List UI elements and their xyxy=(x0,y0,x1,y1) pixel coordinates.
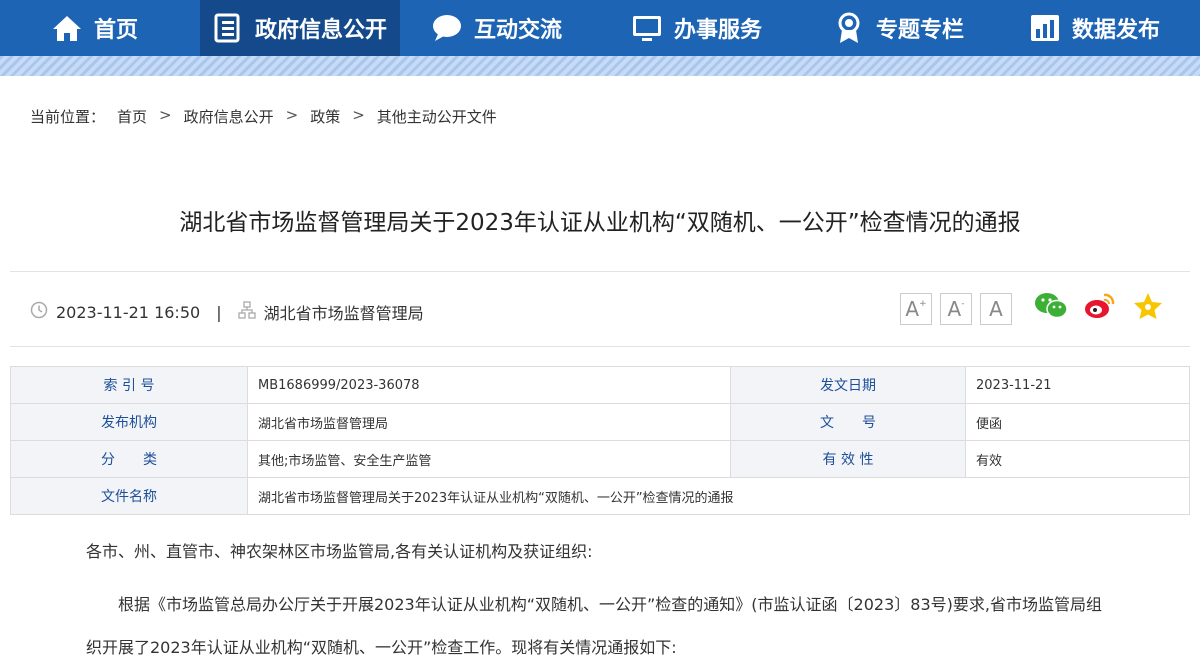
breadcrumb-item-home[interactable]: 首页 xyxy=(117,106,147,127)
table-row: 文件名称 湖北省市场监督管理局关于2023年认证从业机构“双随机、一公开”检查情… xyxy=(10,477,1190,515)
meta-separator: | xyxy=(216,302,222,322)
font-reset-button[interactable]: A xyxy=(980,293,1012,325)
salutation: 各市、州、直管市、神农架林区市场监管局,各有关认证机构及获证组织: xyxy=(86,542,593,561)
nav-item-special-topics[interactable]: 专题专栏 xyxy=(834,0,984,56)
table-label: 发文日期 xyxy=(730,366,966,404)
breadcrumb-item-other-files[interactable]: 其他主动公开文件 xyxy=(377,106,497,127)
table-value: 湖北省市场监督管理局关于2023年认证从业机构“双随机、一公开”检查情况的通报 xyxy=(247,477,1190,515)
breadcrumb-separator: > xyxy=(352,106,365,124)
document-info-table: 索 引 号 MB1686999/2023-36078 发文日期 2023-11-… xyxy=(10,366,1190,515)
table-value: 便函 xyxy=(965,403,1190,441)
nav-item-data-release[interactable]: 数据发布 xyxy=(1030,0,1180,56)
home-icon xyxy=(52,13,82,43)
wechat-share-button[interactable] xyxy=(1034,292,1068,324)
article-title: 湖北省市场监督管理局关于2023年认证从业机构“双随机、一公开”检查情况的通报 xyxy=(179,210,1021,236)
table-value: 有效 xyxy=(965,440,1190,478)
nav-item-home[interactable]: 首页 xyxy=(52,0,162,56)
nav-item-interaction[interactable]: 互动交流 xyxy=(432,0,582,56)
publish-date: 2023-11-21 16:50 xyxy=(56,302,201,322)
paragraph-line: 织开展了2023年认证从业机构“双随机、一公开”检查工作。现将有关情况通报如下: xyxy=(86,638,677,657)
divider xyxy=(10,271,1190,272)
table-label: 分 类 xyxy=(10,440,248,478)
divider xyxy=(10,346,1190,347)
table-label: 有 效 性 xyxy=(730,440,966,478)
nav-item-label: 数据发布 xyxy=(1072,18,1161,43)
weibo-icon xyxy=(1084,292,1116,324)
table-row: 分 类 其他;市场监管、安全生产监管 有 效 性 有效 xyxy=(10,440,1190,478)
top-nav-bar: 首页 政府信息公开 互动交流 办事服务 专题专栏 数据发布 xyxy=(0,0,1200,56)
table-row: 发布机构 湖北省市场监督管理局 文 号 便函 xyxy=(10,403,1190,441)
favorite-star-icon xyxy=(1133,292,1163,324)
nav-item-label: 首页 xyxy=(94,18,139,43)
breadcrumb-separator: > xyxy=(159,106,172,124)
table-label: 发布机构 xyxy=(10,403,248,441)
document-list-icon xyxy=(213,13,243,43)
table-value: MB1686999/2023-36078 xyxy=(247,366,731,404)
breadcrumb: 当前位置： 首页 > 政府信息公开 > 政策 > 其他主动公开文件 xyxy=(30,106,497,127)
bar-chart-icon xyxy=(1030,13,1060,43)
table-label: 文件名称 xyxy=(10,477,248,515)
decorative-stripe xyxy=(0,56,1200,76)
font-decrease-label: A xyxy=(947,297,962,321)
font-increase-button[interactable]: A + xyxy=(900,293,932,325)
monitor-icon xyxy=(632,13,662,43)
plus-icon: + xyxy=(919,299,927,309)
table-label: 索 引 号 xyxy=(10,366,248,404)
favorite-button[interactable] xyxy=(1131,292,1165,324)
table-value: 其他;市场监管、安全生产监管 xyxy=(247,440,731,478)
article-source: 湖北省市场监督管理局 xyxy=(263,304,424,323)
nav-item-label: 专题专栏 xyxy=(876,18,965,43)
weibo-share-button[interactable] xyxy=(1083,292,1117,324)
table-label: 文 号 xyxy=(730,403,966,441)
chat-bubble-icon xyxy=(432,13,462,43)
award-badge-icon xyxy=(834,12,864,43)
article-meta: 2023-11-21 16:50 | 湖北省市场监督管理局 xyxy=(30,300,424,324)
nav-item-label: 互动交流 xyxy=(474,18,563,43)
nav-item-gov-info[interactable]: 政府信息公开 xyxy=(200,0,400,56)
clock-icon xyxy=(30,301,56,323)
breadcrumb-prefix: 当前位置： xyxy=(30,108,106,126)
nav-item-label: 政府信息公开 xyxy=(254,18,387,43)
breadcrumb-separator: > xyxy=(285,106,299,124)
font-increase-label: A xyxy=(905,297,920,321)
nav-item-label: 办事服务 xyxy=(674,18,763,43)
table-value: 湖北省市场监督管理局 xyxy=(247,403,731,441)
wechat-icon xyxy=(1034,292,1068,324)
font-reset-label: A xyxy=(989,297,1003,321)
breadcrumb-item-gov-info[interactable]: 政府信息公开 xyxy=(184,106,274,127)
nav-item-services[interactable]: 办事服务 xyxy=(632,0,782,56)
paragraph-line: 根据《市场监管总局办公厅关于开展2023年认证从业机构“双随机、一公开”检查的通… xyxy=(118,595,1102,614)
breadcrumb-item-policy[interactable]: 政策 xyxy=(310,106,340,127)
org-icon xyxy=(237,301,264,323)
minus-icon: - xyxy=(961,299,965,309)
table-value: 2023-11-21 xyxy=(965,366,1190,404)
table-row: 索 引 号 MB1686999/2023-36078 发文日期 2023-11-… xyxy=(10,366,1190,404)
font-decrease-button[interactable]: A- xyxy=(940,293,972,325)
